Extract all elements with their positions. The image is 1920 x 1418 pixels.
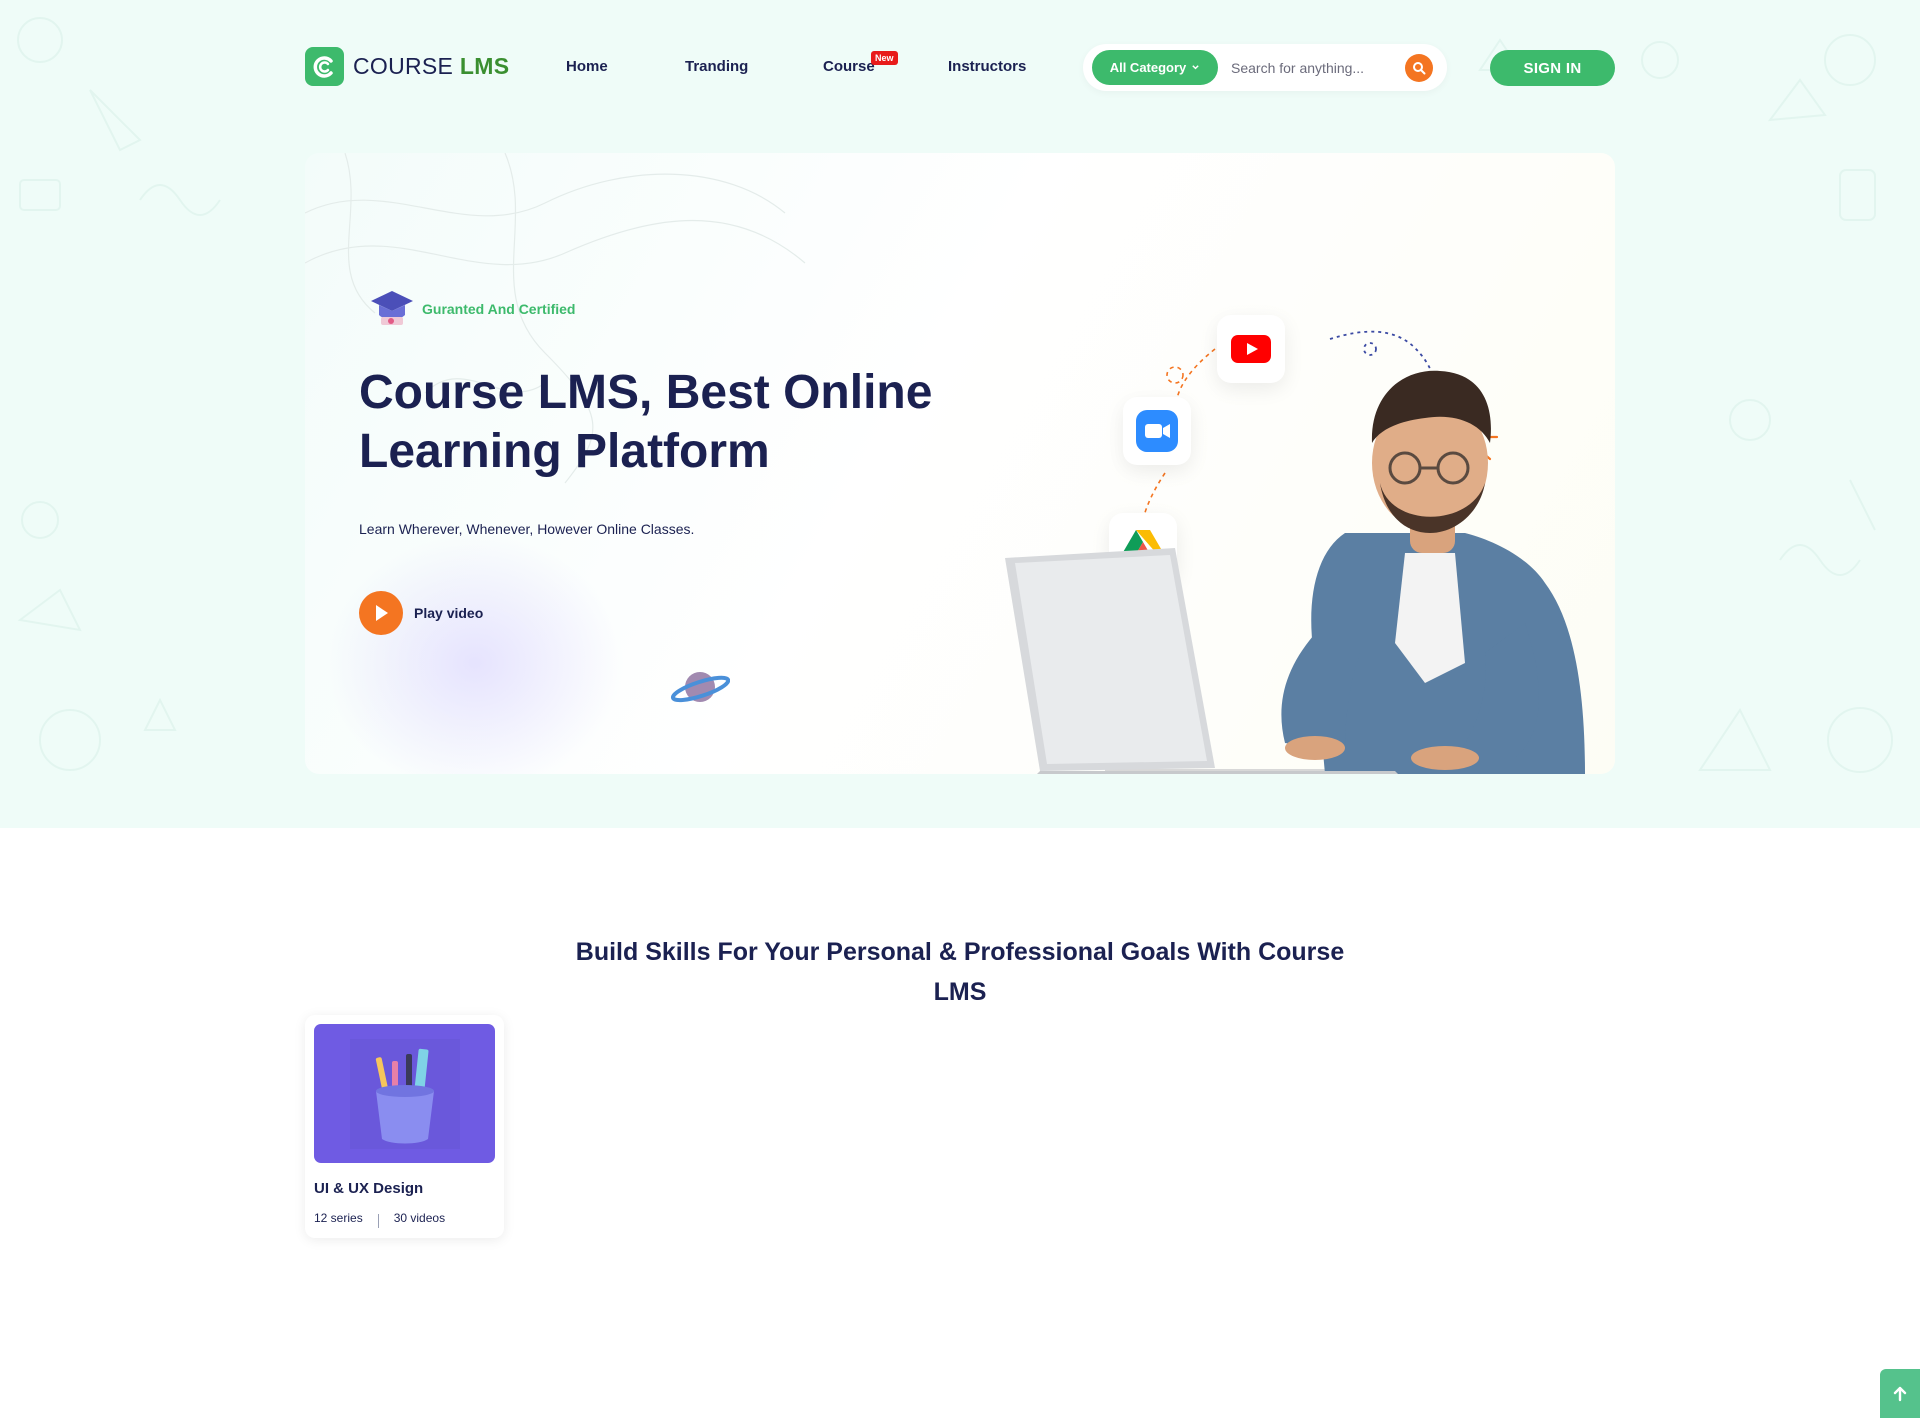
nav-tranding[interactable]: Tranding	[685, 58, 748, 75]
category-card-title: UI & UX Design	[314, 1180, 424, 1197]
category-dropdown-label: All Category	[1109, 60, 1187, 75]
scroll-to-top-button[interactable]	[1880, 1369, 1920, 1418]
search-icon	[1413, 62, 1426, 75]
chevron-down-icon	[1192, 65, 1199, 70]
search-input[interactable]	[1231, 55, 1387, 80]
skills-section-title: Build Skills For Your Personal & Profess…	[575, 938, 1345, 1006]
logo-text-first: COURSE	[353, 53, 454, 79]
nav-course[interactable]: Course	[823, 58, 875, 75]
play-icon	[359, 591, 403, 635]
videos-count: 30 videos	[393, 1211, 446, 1225]
hero-tagline: Guranted And Certified	[422, 301, 576, 317]
graduation-cap-icon	[371, 291, 413, 325]
new-badge: New	[871, 51, 898, 65]
logo-text-second: LMS	[459, 53, 510, 79]
hero-glow	[325, 533, 625, 774]
meta-divider	[377, 1214, 379, 1228]
search-button[interactable]	[1405, 54, 1433, 82]
series-count: 12 series	[314, 1211, 363, 1225]
play-video-label: Play video	[414, 605, 484, 621]
search-bar: All Category	[1083, 44, 1447, 91]
hero-title: Course LMS, Best Online Learning Platfor…	[359, 366, 933, 478]
arrow-up-icon	[1893, 1386, 1907, 1401]
sign-in-button[interactable]: SIGN IN	[1490, 50, 1615, 86]
site-logo[interactable]: COURSE LMS	[305, 47, 509, 86]
hero-banner: Guranted And Certified Course LMS, Best …	[305, 153, 1615, 774]
youtube-icon	[1231, 335, 1271, 363]
category-card[interactable]: UI & UX Design 12 series 30 videos	[305, 1015, 504, 1238]
category-dropdown[interactable]: All Category	[1092, 50, 1218, 85]
nav-home[interactable]: Home	[566, 58, 608, 75]
hero-subtitle: Learn Wherever, Whenever, However Online…	[359, 521, 695, 537]
logo-c-icon	[305, 47, 344, 86]
nav-instructors[interactable]: Instructors	[948, 58, 1026, 75]
category-card-meta: 12 series 30 videos	[314, 1211, 446, 1228]
planet-icon	[670, 672, 730, 703]
category-card-thumbnail	[314, 1024, 495, 1163]
pencil-cup-icon	[349, 1038, 460, 1149]
student-with-laptop-illustration	[1005, 370, 1585, 774]
play-video-button[interactable]: Play video	[359, 591, 483, 635]
site-header: COURSE LMS Home Tranding Course New Inst…	[0, 0, 1920, 135]
logo-text: COURSE LMS	[353, 53, 509, 80]
